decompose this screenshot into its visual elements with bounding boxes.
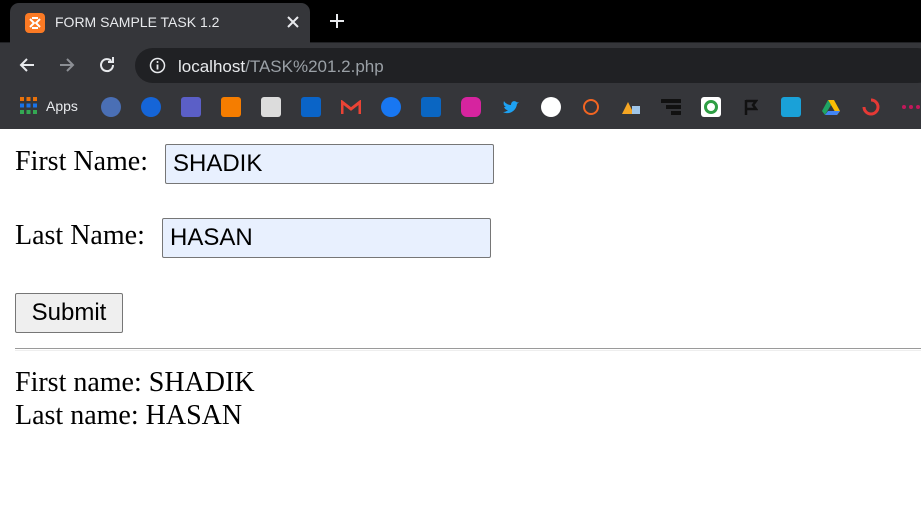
gmail-icon[interactable] <box>341 97 361 117</box>
reload-icon[interactable] <box>95 53 119 77</box>
teams-icon[interactable] <box>181 97 201 117</box>
browser-toolbar: localhost/TASK%201.2.php <box>0 43 921 88</box>
first-name-label: First Name: <box>15 146 148 177</box>
last-name-label: Last Name: <box>15 220 145 251</box>
ring-bookmark-icon[interactable] <box>701 97 721 117</box>
behance-icon[interactable] <box>581 97 601 117</box>
c-bookmark-icon[interactable] <box>141 97 161 117</box>
xampp-icon <box>25 13 45 33</box>
bookmarks-bar: Apps <box>0 88 921 129</box>
google-drive-icon[interactable] <box>821 97 841 117</box>
image-bookmark-icon[interactable] <box>261 97 281 117</box>
twitter-icon[interactable] <box>501 97 521 117</box>
shield-bookmark-icon[interactable] <box>101 97 121 117</box>
info-icon[interactable] <box>149 57 166 74</box>
forward-arrow-icon[interactable] <box>55 53 79 77</box>
apps-label: Apps <box>46 97 78 114</box>
tab-active[interactable]: FORM SAMPLE TASK 1.2 <box>10 3 310 43</box>
flag-bookmark-icon[interactable] <box>741 97 761 117</box>
last-name-input[interactable]: HASAN <box>162 218 491 258</box>
apps-grid-icon <box>20 97 37 114</box>
submit-button[interactable]: Submit <box>15 293 123 333</box>
url-path: /TASK%201.2.php <box>245 57 384 76</box>
outlook-icon[interactable] <box>301 97 321 117</box>
tab-title: FORM SAMPLE TASK 1.2 <box>55 14 220 30</box>
blogger-icon[interactable] <box>221 97 241 117</box>
stack-bars-icon[interactable] <box>661 97 681 117</box>
new-tab-icon[interactable] <box>326 10 348 32</box>
url-text: localhost/TASK%201.2.php <box>178 57 384 77</box>
tab-strip: FORM SAMPLE TASK 1.2 <box>0 0 921 43</box>
facebook-icon[interactable] <box>381 97 401 117</box>
linkedin-icon[interactable] <box>421 97 441 117</box>
overflow-bookmark-icon[interactable] <box>901 97 921 117</box>
result-first-name: First name: SHADIK <box>15 367 255 398</box>
back-arrow-icon[interactable] <box>15 53 39 77</box>
apps-shortcut[interactable]: Apps <box>20 97 78 114</box>
result-last-name: Last name: HASAN <box>15 400 243 431</box>
page-content: First Name: SHADIK Last Name: HASAN Subm… <box>0 129 921 528</box>
close-icon[interactable] <box>282 11 304 33</box>
horizontal-rule <box>15 348 921 351</box>
shapes-icon[interactable] <box>621 97 641 117</box>
url-host: localhost <box>178 57 246 76</box>
spinner-bookmark-icon[interactable] <box>861 97 881 117</box>
instagram-icon[interactable] <box>461 97 481 117</box>
address-bar[interactable]: localhost/TASK%201.2.php <box>135 48 921 83</box>
github-icon[interactable] <box>541 97 561 117</box>
first-name-input[interactable]: SHADIK <box>165 144 494 184</box>
browser-chrome: FORM SAMPLE TASK 1.2 localhost/TASK%201.… <box>0 0 921 129</box>
y-bookmark-icon[interactable] <box>781 97 801 117</box>
